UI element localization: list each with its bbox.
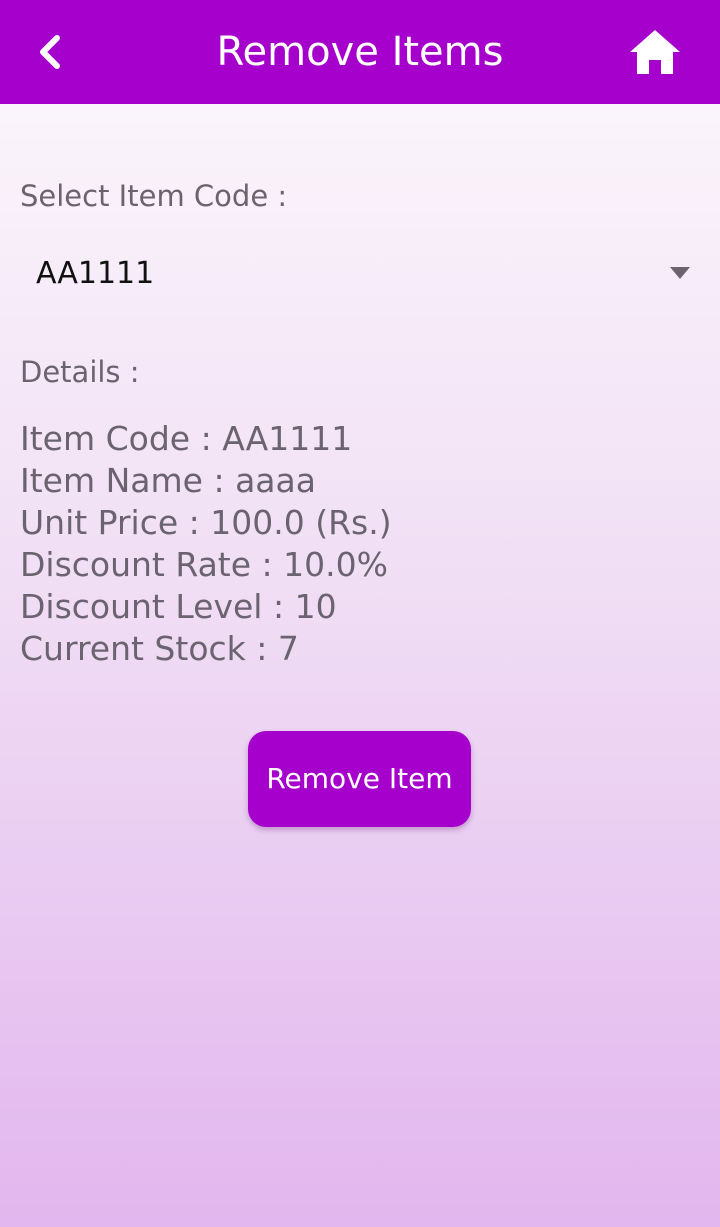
unit-price-detail: Unit Price : 100.0 (Rs.) [20, 503, 392, 542]
home-icon [630, 30, 680, 74]
current-stock-detail: Current Stock : 7 [20, 629, 299, 668]
page-title: Remove Items [216, 29, 504, 75]
remove-item-button[interactable]: Remove Item [248, 731, 471, 827]
selected-item-code: AA1111 [36, 256, 155, 291]
item-code-dropdown[interactable]: AA1111 [20, 240, 700, 308]
select-item-code-label: Select Item Code : [20, 179, 288, 213]
app-bar: Remove Items [0, 0, 720, 104]
item-details: Item Code : AA1111 Item Name : aaaa Unit… [20, 418, 392, 670]
details-label: Details : [20, 355, 140, 389]
home-button[interactable] [622, 20, 688, 84]
back-button[interactable] [22, 22, 78, 82]
chevron-left-icon [40, 35, 60, 69]
discount-rate-detail: Discount Rate : 10.0% [20, 545, 388, 584]
item-name-detail: Item Name : aaaa [20, 461, 316, 500]
discount-level-detail: Discount Level : 10 [20, 587, 337, 626]
triangle-down-icon [670, 267, 690, 279]
item-code-detail: Item Code : AA1111 [20, 419, 353, 458]
